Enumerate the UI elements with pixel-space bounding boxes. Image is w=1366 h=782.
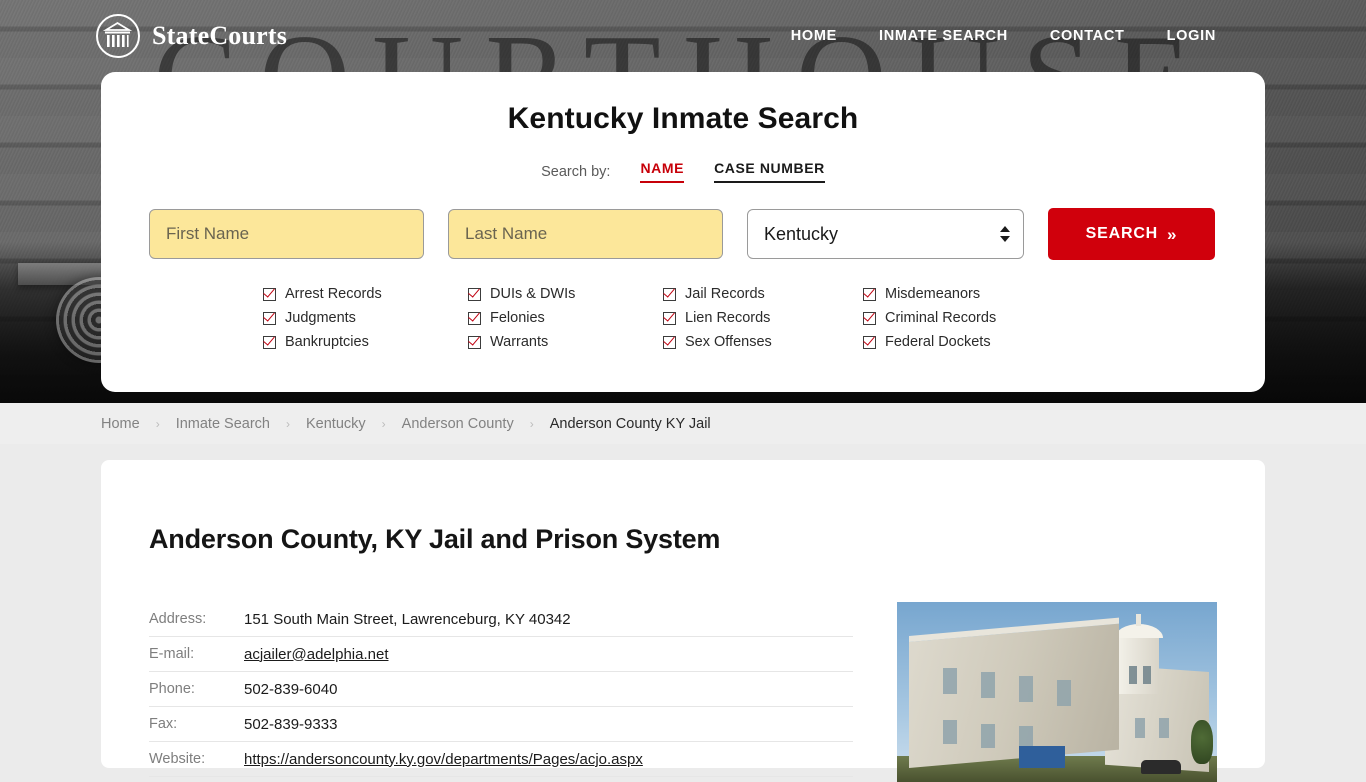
breadcrumb-item-inmate-search[interactable]: Inmate Search: [176, 416, 270, 432]
breadcrumb-item-kentucky[interactable]: Kentucky: [306, 416, 366, 432]
nav-item-inmate-search[interactable]: INMATE SEARCH: [879, 28, 1008, 44]
last-name-input[interactable]: [448, 209, 723, 259]
checkbox-checked-icon: [863, 287, 876, 301]
courthouse-circle-icon: [96, 14, 140, 58]
feature-item: Bankruptcies: [263, 334, 468, 350]
info-row-website: Website: https://andersoncounty.ky.gov/d…: [149, 742, 853, 777]
feature-label: Federal Dockets: [885, 334, 991, 350]
info-label: E-mail:: [149, 646, 195, 662]
checkbox-checked-icon: [663, 335, 676, 349]
chevron-right-icon: ›: [529, 416, 534, 431]
search-form: Kentucky SEARCH »: [149, 208, 1217, 260]
checkbox-checked-icon: [663, 311, 676, 325]
search-button[interactable]: SEARCH »: [1048, 208, 1215, 260]
main-nav: HOME INMATE SEARCH CONTACT LOGIN: [791, 28, 1216, 44]
feature-item: Federal Dockets: [863, 334, 1103, 350]
checkbox-checked-icon: [863, 335, 876, 349]
info-value: 502-839-9333: [244, 715, 338, 733]
feature-item: Misdemeanors: [863, 286, 1103, 302]
feature-item: Sex Offenses: [663, 334, 863, 350]
tab-case-number[interactable]: CASE NUMBER: [714, 160, 825, 183]
tab-name[interactable]: NAME: [640, 160, 685, 183]
breadcrumb: Home › Inmate Search › Kentucky › Anders…: [0, 403, 1366, 444]
brand-logo[interactable]: StateCourts: [96, 14, 287, 58]
page-title: Anderson County, KY Jail and Prison Syst…: [149, 524, 721, 554]
feature-label: Judgments: [285, 310, 356, 326]
info-row-email: E-mail: acjailer@adelphia.net: [149, 637, 853, 672]
search-card-title: Kentucky Inmate Search: [507, 102, 859, 135]
chevron-right-icon: ›: [286, 416, 290, 431]
feature-item: Lien Records: [663, 310, 863, 326]
state-select[interactable]: Kentucky: [747, 209, 1024, 259]
facility-info-table: Address: 151 South Main Street, Lawrence…: [149, 602, 853, 782]
feature-label: Jail Records: [685, 286, 765, 302]
feature-item: Warrants: [468, 334, 663, 350]
info-row-address: Address: 151 South Main Street, Lawrence…: [149, 602, 853, 637]
info-label: Address:: [149, 611, 207, 627]
feature-label: Lien Records: [685, 310, 771, 326]
email-link[interactable]: acjailer@adelphia.net: [244, 646, 389, 663]
checkbox-checked-icon: [468, 287, 481, 301]
search-by-label: Search by:: [541, 163, 611, 180]
info-row-fax: Fax: 502-839-9333: [149, 707, 853, 742]
website-link[interactable]: https://andersoncounty.ky.gov/department…: [244, 751, 643, 768]
feature-item: Criminal Records: [863, 310, 1103, 326]
feature-label: Felonies: [490, 310, 545, 326]
feature-item: Arrest Records: [263, 286, 468, 302]
checkbox-checked-icon: [263, 287, 276, 301]
state-select-value: Kentucky: [747, 209, 1024, 259]
info-label: Website:: [149, 751, 206, 767]
feature-label: Warrants: [490, 334, 549, 350]
info-label: Phone:: [149, 681, 195, 697]
info-label: Fax:: [149, 716, 178, 732]
double-chevron-right-icon: »: [1167, 224, 1178, 244]
checkbox-checked-icon: [863, 311, 876, 325]
record-types-grid: Arrest Records DUIs & DWIs Jail Records …: [149, 286, 1217, 350]
feature-item: Judgments: [263, 310, 468, 326]
nav-item-home[interactable]: HOME: [791, 28, 837, 44]
facility-detail-card: Anderson County, KY Jail and Prison Syst…: [101, 460, 1265, 782]
feature-label: Arrest Records: [285, 286, 382, 302]
feature-item: Jail Records: [663, 286, 863, 302]
chevron-right-icon: ›: [155, 416, 160, 431]
checkbox-checked-icon: [468, 311, 481, 325]
checkbox-checked-icon: [263, 311, 276, 325]
search-button-label: SEARCH: [1085, 225, 1159, 242]
breadcrumb-item-current: Anderson County KY Jail: [549, 415, 711, 432]
info-row-phone: Phone: 502-839-6040: [149, 672, 853, 707]
nav-item-login[interactable]: LOGIN: [1167, 28, 1216, 44]
checkbox-checked-icon: [263, 335, 276, 349]
feature-label: DUIs & DWIs: [490, 286, 576, 302]
first-name-input[interactable]: [149, 209, 424, 259]
feature-label: Misdemeanors: [885, 286, 981, 302]
feature-label: Bankruptcies: [285, 334, 369, 350]
breadcrumb-item-home[interactable]: Home: [101, 416, 140, 432]
inmate-search-card: Kentucky Inmate Search Search by: NAME C…: [101, 72, 1265, 392]
checkbox-checked-icon: [468, 335, 481, 349]
checkbox-checked-icon: [663, 287, 676, 301]
feature-label: Criminal Records: [885, 310, 997, 326]
info-value: 502-839-6040: [244, 680, 338, 698]
facility-photo: [897, 602, 1217, 782]
top-navigation-bar: StateCourts HOME INMATE SEARCH CONTACT L…: [0, 0, 1366, 72]
search-by-row: Search by: NAME CASE NUMBER: [149, 160, 1217, 183]
brand-name: StateCourts: [152, 21, 288, 50]
feature-item: DUIs & DWIs: [468, 286, 663, 302]
info-value: 151 South Main Street, Lawrenceburg, KY …: [244, 610, 571, 628]
chevron-right-icon: ›: [381, 416, 386, 431]
feature-item: Felonies: [468, 310, 663, 326]
nav-item-contact[interactable]: CONTACT: [1050, 28, 1125, 44]
feature-label: Sex Offenses: [685, 334, 772, 350]
breadcrumb-item-anderson-county[interactable]: Anderson County: [402, 416, 514, 432]
facility-info-section: Address: 151 South Main Street, Lawrence…: [149, 602, 1217, 782]
hero-banner: COURTHOUSE StateCourts HOME INMATE: [0, 0, 1366, 403]
